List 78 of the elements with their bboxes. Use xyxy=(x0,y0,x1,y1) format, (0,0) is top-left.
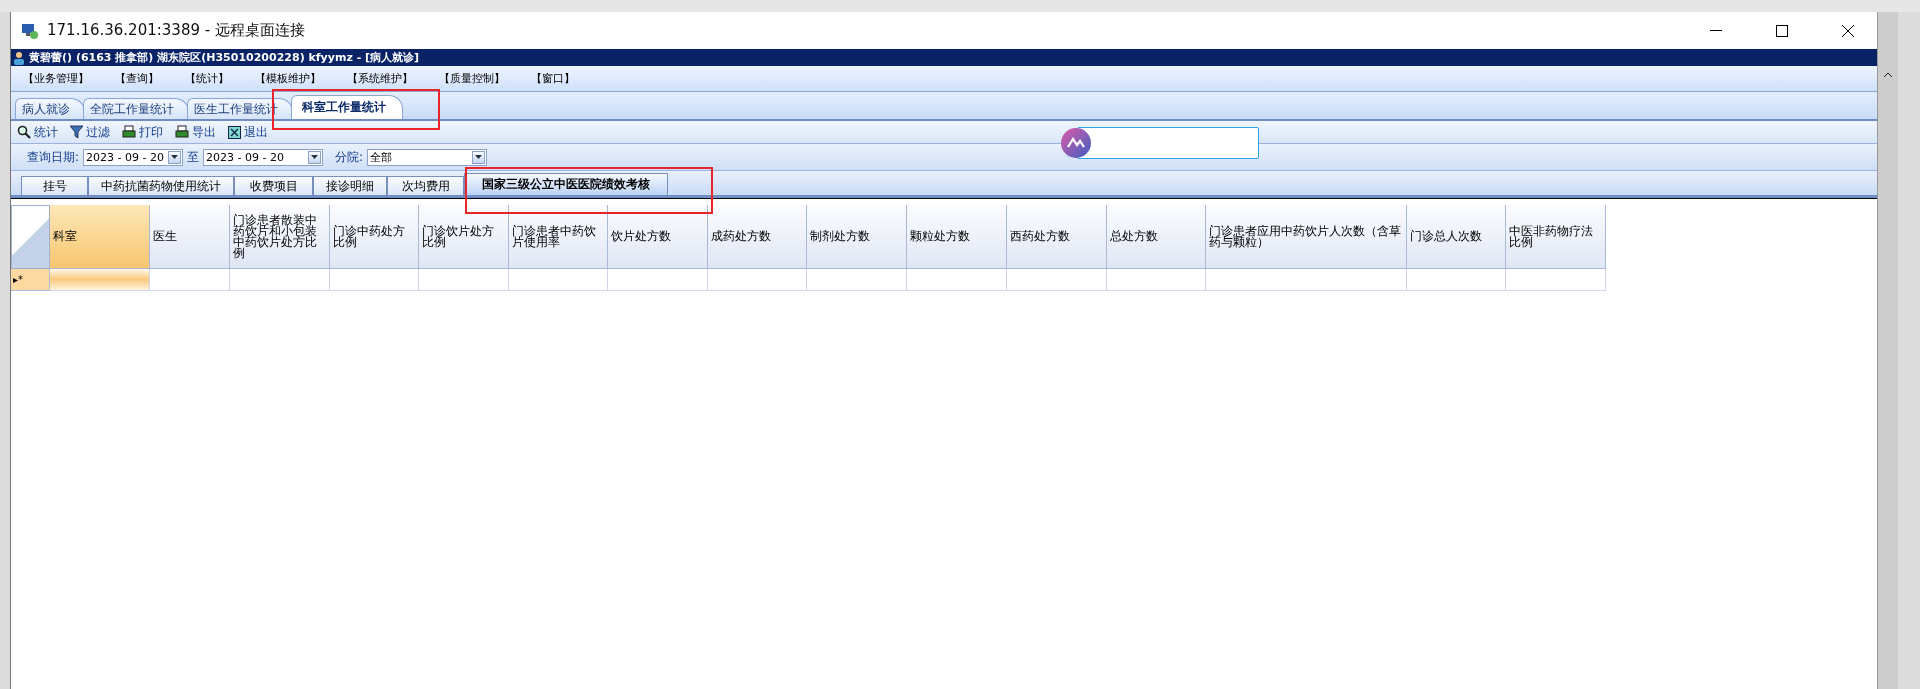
column-header[interactable]: 门诊总人次数 xyxy=(1407,205,1506,269)
menu-item[interactable]: 【质量控制】 xyxy=(439,71,505,86)
printer-icon xyxy=(175,125,189,139)
maximize-icon xyxy=(1776,24,1788,37)
tab[interactable]: 次均费用 xyxy=(387,176,464,195)
column-header[interactable]: 西药处方数 xyxy=(1007,205,1107,269)
to-label: 至 xyxy=(187,148,200,166)
select-all-corner[interactable] xyxy=(11,205,50,269)
filter-icon xyxy=(70,125,83,139)
table-cell[interactable] xyxy=(419,269,509,291)
menu-item[interactable]: 【统计】 xyxy=(185,71,229,86)
table-cell[interactable] xyxy=(509,269,608,291)
table-cell[interactable] xyxy=(50,269,150,291)
column-header[interactable]: 门诊患者中药饮片使用率 xyxy=(509,205,608,269)
input-field[interactable] xyxy=(1077,127,1259,159)
user-icon xyxy=(13,50,25,65)
column-header[interactable]: 制剂处方数 xyxy=(807,205,907,269)
tab[interactable]: 挂号 xyxy=(21,176,88,195)
date-field[interactable]: 2023 - 09 - 20 xyxy=(203,148,324,166)
caret-icon xyxy=(171,155,179,159)
table-cell[interactable] xyxy=(330,269,419,291)
table-cell[interactable] xyxy=(807,269,907,291)
printer-icon xyxy=(122,125,136,139)
close-icon xyxy=(228,125,241,139)
column-header[interactable]: 医生 xyxy=(150,205,230,269)
column-header[interactable]: 门诊患者散装中药饮片和小包装中药饮片处方比例 xyxy=(230,205,330,269)
toolbar-button[interactable]: 统计 xyxy=(17,123,58,141)
tab[interactable]: 全院工作量统计 xyxy=(83,98,189,119)
column-header[interactable]: 科室 xyxy=(50,205,150,269)
menu-item[interactable]: 【业务管理】 xyxy=(23,71,89,86)
tab[interactable]: 国家三级公立中医医院绩效考核 xyxy=(464,173,668,195)
scrollbar[interactable] xyxy=(1877,12,1898,689)
column-header[interactable]: 门诊饮片处方比例 xyxy=(419,205,509,269)
scroll-up-icon[interactable] xyxy=(1883,72,1893,78)
date-field[interactable]: 2023 - 09 - 20 xyxy=(83,148,184,166)
toolbar-button[interactable]: 退出 xyxy=(228,123,268,141)
branch-dropdown[interactable]: 全部 xyxy=(367,148,488,166)
menu-item[interactable]: 【查询】 xyxy=(115,71,159,86)
table-cell[interactable] xyxy=(1506,269,1606,291)
menu-item[interactable]: 【模板维护】 xyxy=(255,71,321,86)
table-cell[interactable] xyxy=(907,269,1007,291)
app-title: 黄碧蕾() (6163 推拿部) 湖东院区(H35010200228) kfyymz - [病人就诊] xyxy=(29,50,420,65)
toolbar-button[interactable]: 过滤 xyxy=(70,123,110,141)
logo-icon xyxy=(1061,128,1091,158)
window-title: 171.16.36.201:3389 - 远程桌面连接 xyxy=(47,21,306,40)
tab[interactable]: 中药抗菌药物使用统计 xyxy=(88,176,234,195)
branch-label: 分院: xyxy=(335,148,364,166)
search-icon xyxy=(17,125,31,139)
caret-icon xyxy=(475,155,483,159)
table-cell[interactable] xyxy=(230,269,330,291)
column-header[interactable]: 成药处方数 xyxy=(708,205,807,269)
table-cell[interactable] xyxy=(1107,269,1206,291)
menu-item[interactable]: 【系统维护】 xyxy=(347,71,413,86)
close-icon xyxy=(1842,24,1854,37)
column-header[interactable]: 颗粒处方数 xyxy=(907,205,1007,269)
table-cell[interactable] xyxy=(708,269,807,291)
toolbar-button[interactable]: 导出 xyxy=(175,123,216,141)
column-header[interactable]: 饮片处方数 xyxy=(608,205,708,269)
date-label: 查询日期: xyxy=(27,148,80,166)
table-cell[interactable] xyxy=(1007,269,1107,291)
row-header[interactable]: ▸* xyxy=(11,269,50,291)
column-header[interactable]: 门诊中药处方比例 xyxy=(330,205,419,269)
table-cell[interactable] xyxy=(608,269,708,291)
caret-icon xyxy=(311,155,319,159)
minimize-icon xyxy=(1710,30,1722,31)
table-cell[interactable] xyxy=(1206,269,1407,291)
toolbar-button[interactable]: 打印 xyxy=(122,123,163,141)
menu-item[interactable]: 【窗口】 xyxy=(531,71,575,86)
table-cell[interactable] xyxy=(1407,269,1506,291)
column-header[interactable]: 总处方数 xyxy=(1107,205,1206,269)
table-cell[interactable] xyxy=(150,269,230,291)
monitor-icon xyxy=(21,21,39,40)
tab[interactable]: 病人就诊 xyxy=(15,98,85,119)
tab[interactable]: 接诊明细 xyxy=(313,176,387,195)
tab[interactable]: 收费项目 xyxy=(234,176,313,195)
tab[interactable]: 科室工作量统计 xyxy=(291,95,403,119)
column-header[interactable]: 门诊患者应用中药饮片人次数（含草药与颗粒） xyxy=(1206,205,1407,269)
column-header[interactable]: 中医非药物疗法比例 xyxy=(1506,205,1606,269)
